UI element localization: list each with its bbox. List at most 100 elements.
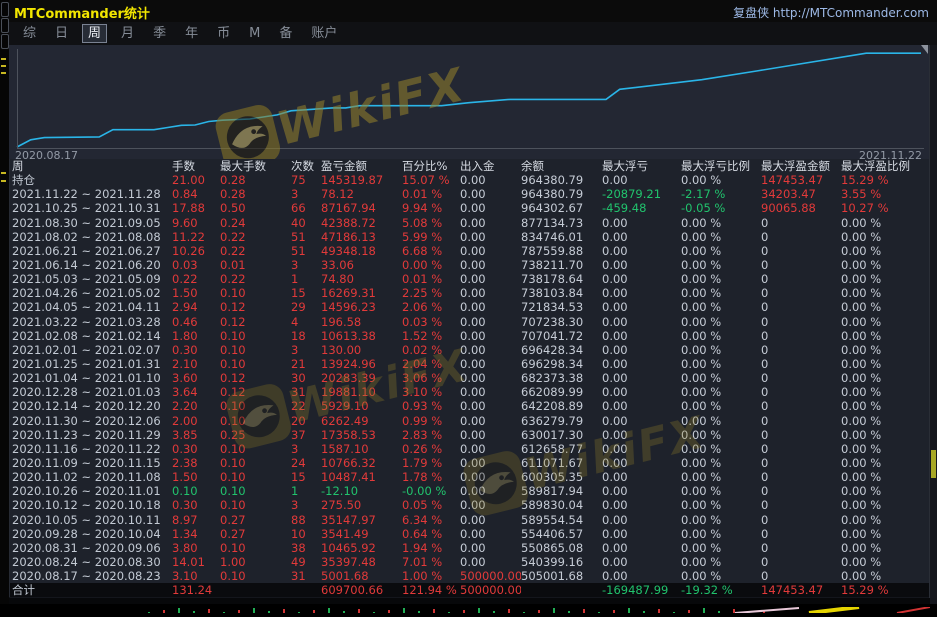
cell: 0.00 (602, 230, 681, 244)
table-row[interactable]: 2020.11.09 ~ 2020.11.152.380.102410766.3… (10, 456, 930, 470)
table-row[interactable]: 2021.02.01 ~ 2021.02.070.300.103130.000.… (10, 343, 930, 357)
menu-item-M[interactable]: M (244, 25, 265, 42)
column-header[interactable]: 出入金 (460, 159, 521, 173)
menu-item-周[interactable]: 周 (82, 24, 107, 43)
table-row[interactable]: 2021.02.08 ~ 2021.02.141.800.101810613.3… (10, 329, 930, 343)
cell: 0.00 % (681, 399, 761, 413)
cell: 0.00 (602, 385, 681, 399)
table-row[interactable]: 2020.11.16 ~ 2020.11.220.300.1031587.100… (10, 442, 930, 456)
cell: 6262.49 (321, 414, 402, 428)
cell: 51 (291, 230, 321, 244)
cell: 540399.16 (521, 555, 602, 569)
table-row[interactable]: 2020.12.28 ~ 2021.01.033.640.123119881.1… (10, 385, 930, 399)
cell: 0.00 % (681, 272, 761, 286)
cell: 0.00 % (841, 230, 930, 244)
column-header[interactable]: 周 (12, 159, 172, 173)
cell: 0.02 % (402, 343, 460, 357)
title-bar: MTCommander统计 复盘侠 http://MTCommander.com (0, 0, 937, 22)
menu-item-日[interactable]: 日 (50, 25, 73, 42)
table-row[interactable]: 2020.11.02 ~ 2020.11.081.500.101510487.4… (10, 470, 930, 484)
cell: 738211.70 (521, 258, 602, 272)
table-row[interactable]: 2021.08.02 ~ 2021.08.0811.220.225147186.… (10, 230, 930, 244)
column-header[interactable]: 最大浮亏 (602, 159, 681, 173)
table-row[interactable]: 2021.11.22 ~ 2021.11.280.840.28378.120.0… (10, 187, 930, 201)
cell: 3 (291, 442, 321, 456)
table-row[interactable]: 2021.04.05 ~ 2021.04.112.940.122914596.2… (10, 300, 930, 314)
row-label: 2020.11.30 ~ 2020.12.06 (12, 414, 172, 428)
table-row[interactable]: 2021.10.25 ~ 2021.10.3117.880.506687167.… (10, 201, 930, 215)
cell: 2.25 % (402, 286, 460, 300)
column-header[interactable]: 盈亏金额 (321, 159, 402, 173)
toolbar-button-icon[interactable] (1, 18, 9, 33)
cell: 0.00 % (841, 258, 930, 272)
column-header[interactable]: 最大浮亏比例 (681, 159, 761, 173)
cell: 0.00 % (681, 244, 761, 258)
table-row[interactable]: 2020.09.28 ~ 2020.10.041.340.27103541.49… (10, 527, 930, 541)
column-header[interactable]: 次数 (291, 159, 321, 173)
table-row[interactable]: 2021.04.26 ~ 2021.05.021.500.101516269.3… (10, 286, 930, 300)
cell: 0.10 (220, 414, 291, 428)
menu-item-季[interactable]: 季 (148, 25, 171, 42)
menu-item-币[interactable]: 币 (212, 25, 235, 42)
table-row[interactable]: 2021.06.21 ~ 2021.06.2710.260.225149348.… (10, 244, 930, 258)
menu-item-账户[interactable]: 账户 (306, 25, 342, 42)
toolbar-button-icon[interactable] (1, 34, 9, 49)
vertical-scrollbar[interactable] (929, 45, 937, 598)
table-row[interactable]: 2021.03.22 ~ 2021.03.280.460.124196.580.… (10, 315, 930, 329)
toolbar-button-icon[interactable] (1, 2, 9, 17)
menu-item-综[interactable]: 综 (18, 25, 41, 42)
cell: 0 (761, 357, 841, 371)
column-header[interactable]: 最大手数 (220, 159, 291, 173)
table-row[interactable]: 持仓21.000.2875145319.8715.07 %0.00964380.… (10, 173, 930, 187)
menu-item-月[interactable]: 月 (116, 25, 139, 42)
table-row[interactable]: 2020.08.24 ~ 2020.08.3014.011.004935397.… (10, 555, 930, 569)
cell: 0.00 % (841, 498, 930, 512)
cell: 0.10 (220, 541, 291, 555)
cell: 0.03 % (402, 315, 460, 329)
table-row[interactable]: 2021.01.25 ~ 2021.01.312.100.102113924.9… (10, 357, 930, 371)
column-header[interactable]: 最大浮盈比例 (841, 159, 930, 173)
table-row[interactable]: 2021.08.30 ~ 2021.09.059.600.244042388.7… (10, 216, 930, 230)
cell: 0.00 % (841, 442, 930, 456)
table-row[interactable]: 2020.10.12 ~ 2020.10.180.300.103275.500.… (10, 498, 930, 512)
cell: 0 (761, 300, 841, 314)
scrollbar-thumb[interactable] (931, 450, 936, 478)
table-row[interactable]: 2020.10.26 ~ 2020.11.010.100.101-12.10-0… (10, 484, 930, 498)
cell: 0.22 (220, 230, 291, 244)
cell: 0.00 % (681, 569, 761, 583)
cell: 0.00 (602, 470, 681, 484)
menu-item-年[interactable]: 年 (180, 25, 203, 42)
column-header[interactable]: 余额 (521, 159, 602, 173)
table-row[interactable]: 2020.11.23 ~ 2020.11.293.850.253717358.5… (10, 428, 930, 442)
cell: 0.00 % (681, 470, 761, 484)
cell: 0.00 (460, 371, 521, 385)
brand-link[interactable]: 复盘侠 http://MTCommander.com (733, 4, 929, 21)
table-row[interactable]: 2020.10.05 ~ 2020.10.118.970.278835147.9… (10, 513, 930, 527)
cell: 505001.68 (521, 569, 602, 583)
cell: 0.30 (172, 498, 220, 512)
cell: 0 (761, 555, 841, 569)
chart-corner-marker (921, 45, 928, 54)
column-header[interactable]: 百分比% (402, 159, 460, 173)
cell: 0.00 % (681, 343, 761, 357)
menu-item-备[interactable]: 备 (274, 25, 297, 42)
cell: 30 (291, 371, 321, 385)
column-header[interactable]: 手数 (172, 159, 220, 173)
table-row[interactable]: 2021.06.14 ~ 2021.06.200.030.01333.060.0… (10, 258, 930, 272)
table-total-row[interactable]: 合计131.24609700.66121.94 %500000.00-16948… (10, 583, 930, 597)
table-row[interactable]: 2021.01.04 ~ 2021.01.103.600.123020283.3… (10, 371, 930, 385)
cell: 0.00 % (841, 385, 930, 399)
cell: 0.00 % (841, 286, 930, 300)
cell: 9.94 % (402, 201, 460, 215)
table-row[interactable]: 2021.05.03 ~ 2021.05.090.220.22174.800.0… (10, 272, 930, 286)
table-row[interactable]: 2020.08.17 ~ 2020.08.233.100.10315001.68… (10, 569, 930, 583)
table-row[interactable]: 2020.11.30 ~ 2020.12.062.000.10206262.49… (10, 414, 930, 428)
cell: 147453.47 (761, 583, 841, 597)
column-header[interactable]: 最大浮盈金额 (761, 159, 841, 173)
cell: 2.10 (172, 357, 220, 371)
row-label: 2020.10.05 ~ 2020.10.11 (12, 513, 172, 527)
cell: 130.00 (321, 343, 402, 357)
table-row[interactable]: 2020.08.31 ~ 2020.09.063.800.103810465.9… (10, 541, 930, 555)
cell: 3.80 (172, 541, 220, 555)
table-row[interactable]: 2020.12.14 ~ 2020.12.202.200.10225929.10… (10, 399, 930, 413)
